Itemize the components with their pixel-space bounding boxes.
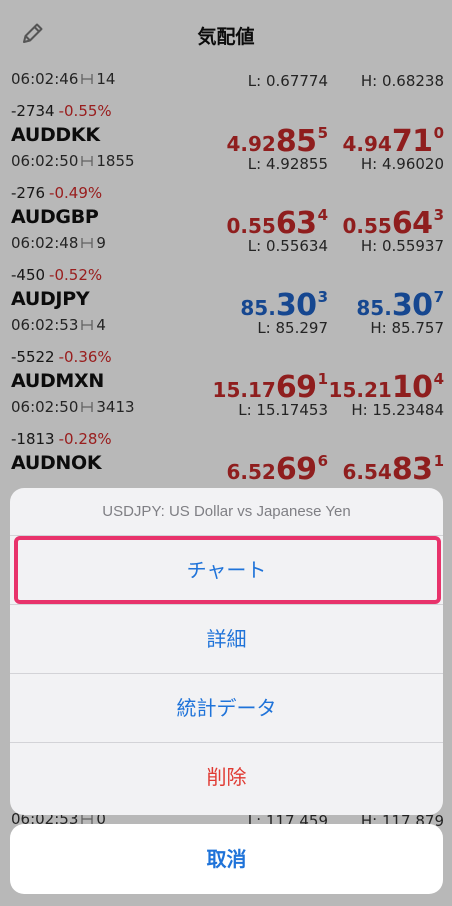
cancel-button[interactable]: 取消 [10,824,443,894]
details-button[interactable]: 詳細 [10,605,443,674]
highlight-box [14,536,441,604]
action-sheet-title: USDJPY: US Dollar vs Japanese Yen [10,488,443,536]
delete-button[interactable]: 削除 [10,743,443,812]
statistics-button[interactable]: 統計データ [10,674,443,743]
